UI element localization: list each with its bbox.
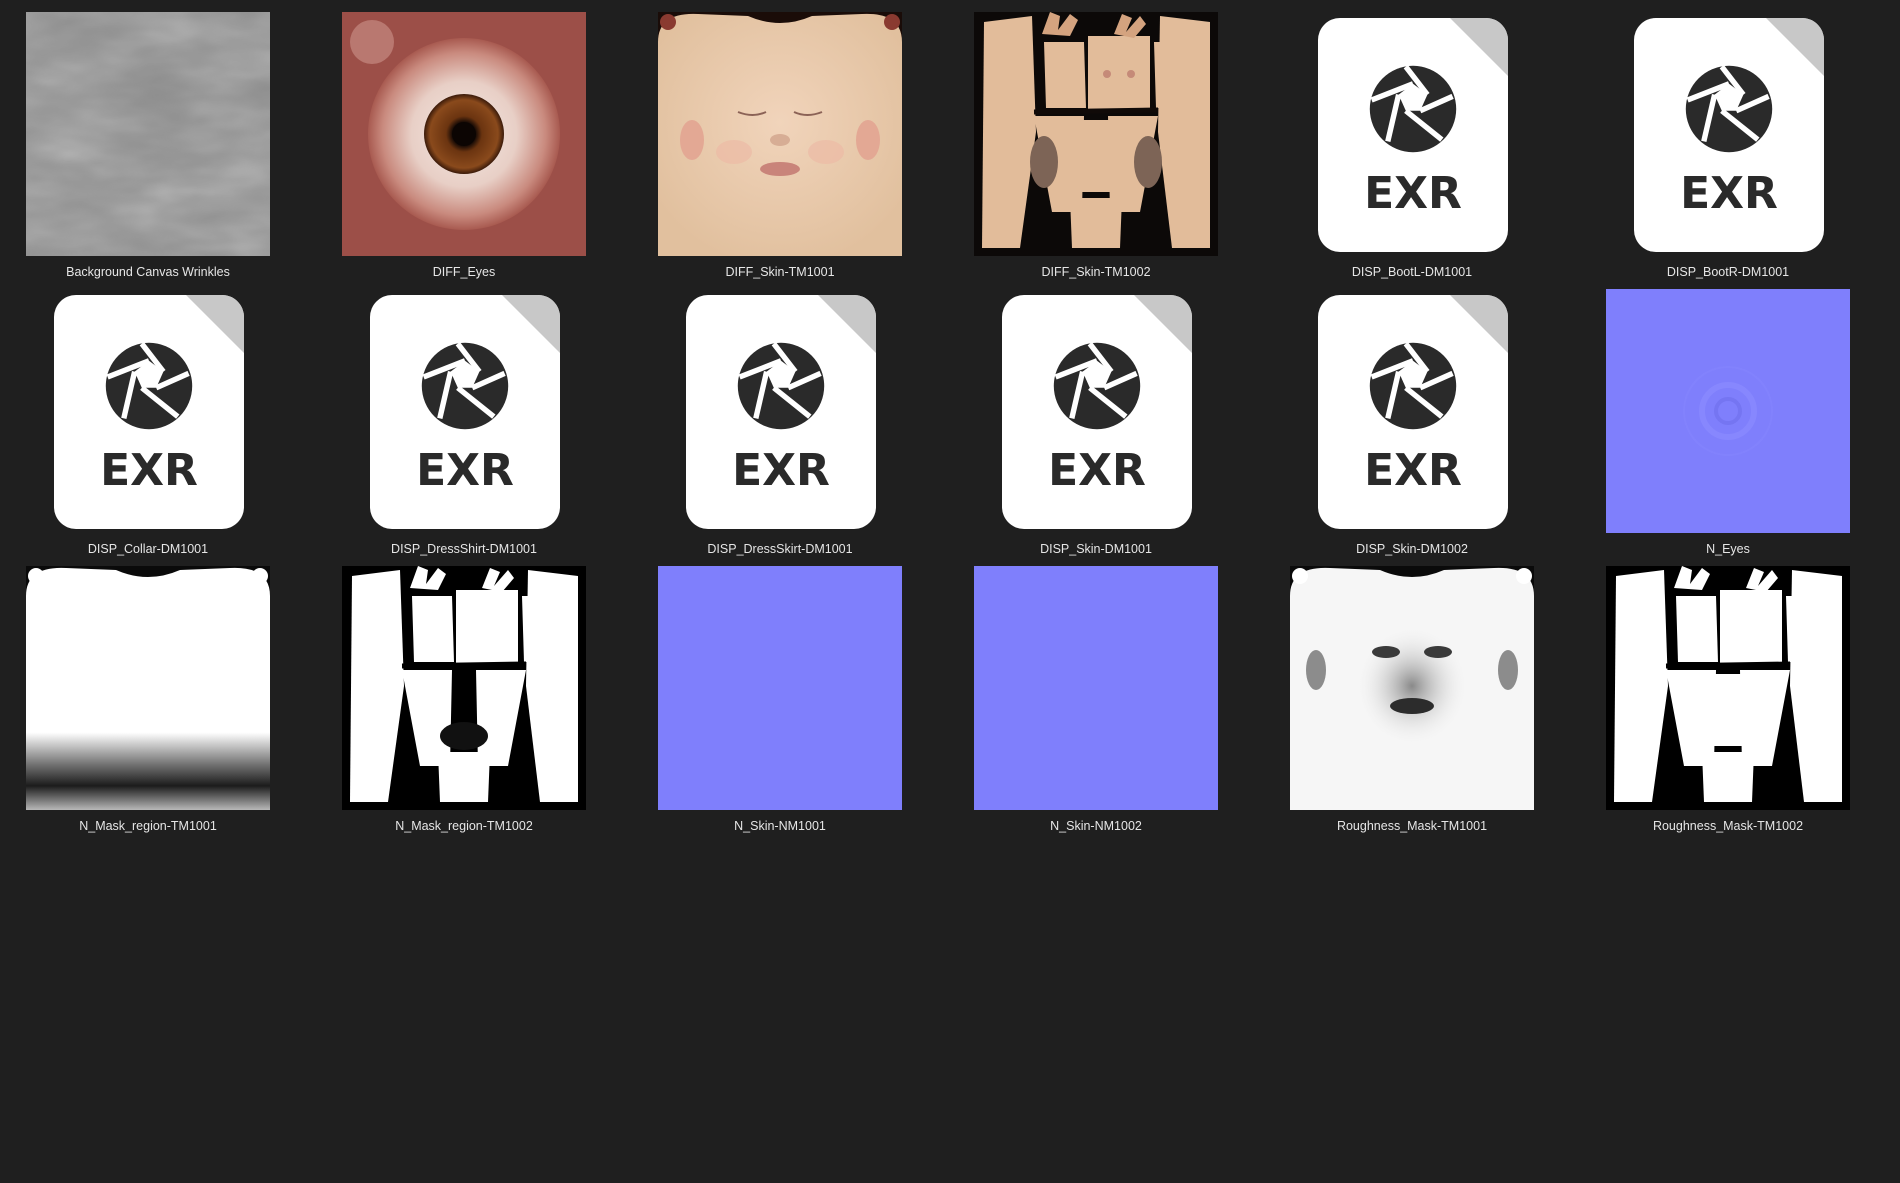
texture-thumbnail[interactable] [342,566,586,810]
file-tile[interactable]: N_Skin-NM1001 [632,554,948,833]
face-diffuse-image [658,12,902,256]
exr-file-icon[interactable]: EXR [974,289,1218,533]
file-name: N_Mask_region-TM1002 [395,819,533,833]
exr-file-icon[interactable]: EXR [26,289,270,533]
texture-thumbnail[interactable] [974,12,1218,256]
file-extension: EXR [1048,445,1146,496]
texture-thumbnail[interactable] [26,566,270,810]
texture-thumbnail[interactable] [658,566,902,810]
file-tile[interactable]: N_Eyes [1580,277,1896,556]
exr-file-icon[interactable]: EXR [1290,289,1534,533]
page-fold-icon [1450,295,1508,353]
body-roughness-image [1606,566,1850,810]
file-tile[interactable]: EXR DISP_BootL-DM1001 [1264,0,1580,279]
eye-normal-image [1606,289,1850,533]
document-icon: EXR [1002,295,1192,529]
page-fold-icon [502,295,560,353]
body-mask-image [342,566,586,810]
file-tile[interactable]: Roughness_Mask-TM1002 [1580,554,1896,833]
texture-thumbnail[interactable] [658,12,902,256]
page-fold-icon [1450,18,1508,76]
file-name: Roughness_Mask-TM1001 [1336,819,1488,833]
aperture-icon [737,342,825,430]
aperture-icon [1369,65,1457,153]
file-extension: EXR [732,445,830,496]
aperture-icon [421,342,509,430]
file-tile[interactable]: EXR DISP_Collar-DM1001 [0,277,316,556]
texture-thumbnail[interactable] [974,566,1218,810]
skin-normal-image [974,566,1218,810]
document-icon: EXR [54,295,244,529]
wrinkles-texture-image [26,12,270,256]
document-icon: EXR [686,295,876,529]
face-mask-image [26,566,270,810]
file-name: N_Skin-NM1002 [1050,819,1142,833]
file-tile[interactable]: DIFF_Skin-TM1001 [632,0,948,279]
page-fold-icon [818,295,876,353]
aperture-icon [1369,342,1457,430]
file-tile[interactable]: EXR DISP_DressSkirt-DM1001 [632,277,948,556]
texture-thumbnail[interactable] [1606,566,1850,810]
file-grid: Background Canvas Wrinkles DIFF_Eyes DIF… [0,0,1900,1183]
texture-thumbnail[interactable] [1606,289,1850,533]
body-diffuse-image [974,12,1218,256]
exr-file-icon[interactable]: EXR [1290,12,1534,256]
aperture-icon [105,342,193,430]
file-name: N_Mask_region-TM1001 [79,819,217,833]
aperture-icon [1685,65,1773,153]
aperture-icon [1053,342,1141,430]
file-tile[interactable]: DIFF_Eyes [316,0,632,279]
skin-normal-image [658,566,902,810]
file-tile[interactable]: Roughness_Mask-TM1001 [1264,554,1580,833]
file-tile[interactable]: Background Canvas Wrinkles [0,0,316,279]
file-tile[interactable]: N_Skin-NM1002 [948,554,1264,833]
exr-file-icon[interactable]: EXR [1606,12,1850,256]
eye-diffuse-image [342,12,586,256]
document-icon: EXR [370,295,560,529]
exr-file-icon[interactable]: EXR [658,289,902,533]
page-fold-icon [1766,18,1824,76]
file-extension: EXR [1680,168,1778,219]
file-tile[interactable]: N_Mask_region-TM1002 [316,554,632,833]
document-icon: EXR [1634,18,1824,252]
document-icon: EXR [1318,295,1508,529]
file-name: Roughness_Mask-TM1002 [1652,819,1804,833]
file-extension: EXR [416,445,514,496]
file-extension: EXR [1364,168,1462,219]
file-tile[interactable]: EXR DISP_Skin-DM1001 [948,277,1264,556]
exr-file-icon[interactable]: EXR [342,289,586,533]
file-tile[interactable]: EXR DISP_DressShirt-DM1001 [316,277,632,556]
texture-thumbnail[interactable] [1290,566,1534,810]
file-tile[interactable]: EXR DISP_Skin-DM1002 [1264,277,1580,556]
face-roughness-image [1290,566,1534,810]
file-extension: EXR [1364,445,1462,496]
file-tile[interactable]: N_Mask_region-TM1001 [0,554,316,833]
file-extension: EXR [100,445,198,496]
page-fold-icon [1134,295,1192,353]
file-tile[interactable]: DIFF_Skin-TM1002 [948,0,1264,279]
file-tile[interactable]: EXR DISP_BootR-DM1001 [1580,0,1896,279]
texture-thumbnail[interactable] [26,12,270,256]
page-fold-icon [186,295,244,353]
texture-thumbnail[interactable] [342,12,586,256]
document-icon: EXR [1318,18,1508,252]
file-name: N_Skin-NM1001 [734,819,826,833]
